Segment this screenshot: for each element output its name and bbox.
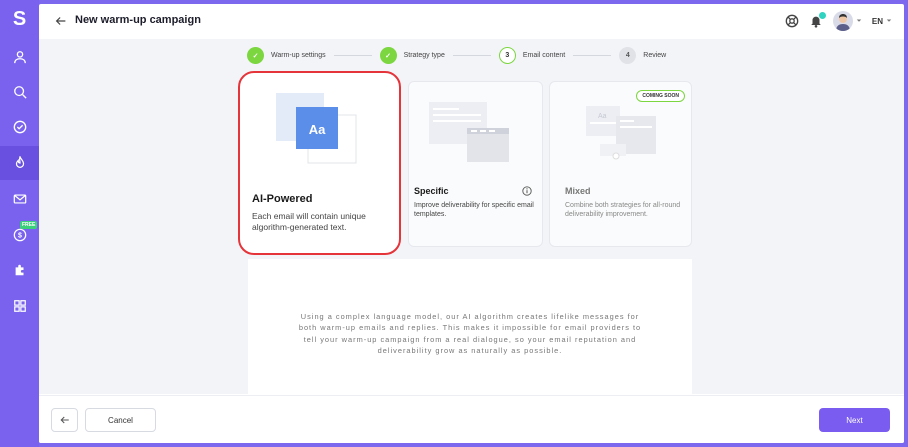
dollar-icon: $ bbox=[13, 228, 26, 242]
sidebar-item-profile[interactable] bbox=[0, 40, 39, 74]
step-label: Strategy type bbox=[403, 52, 445, 59]
step-connector bbox=[333, 55, 372, 56]
card-title: AI-Powered bbox=[252, 193, 313, 205]
fire-icon bbox=[15, 156, 24, 168]
main-panel: New warm-up campaign EN ✓ Warm-up settin… bbox=[39, 4, 904, 443]
card-title: Specific bbox=[414, 186, 449, 196]
back-button[interactable] bbox=[51, 408, 78, 432]
free-badge: FREE bbox=[20, 221, 38, 229]
grid-icon bbox=[13, 300, 26, 312]
back-arrow-icon[interactable] bbox=[54, 14, 68, 28]
check-circle-icon bbox=[13, 120, 26, 134]
step-connector bbox=[573, 55, 612, 56]
info-icon[interactable] bbox=[522, 186, 532, 196]
sidebar-item-verify[interactable] bbox=[0, 110, 39, 144]
search-icon bbox=[13, 86, 27, 99]
user-avatar-icon bbox=[835, 14, 850, 31]
step-label: Email content bbox=[522, 52, 566, 59]
sidebar: S $ FREE bbox=[0, 0, 39, 447]
coming-soon-badge: COMING SOON bbox=[636, 90, 685, 102]
step-review[interactable]: 4 Review bbox=[619, 47, 666, 64]
step-warmup-settings[interactable]: ✓ Warm-up settings bbox=[247, 47, 326, 64]
card-icon-text: Aa bbox=[309, 122, 326, 137]
svg-text:Aa: Aa bbox=[598, 113, 607, 120]
card-specific[interactable]: Specific Improve deliverability for spec… bbox=[408, 81, 543, 247]
app-logo[interactable]: S bbox=[0, 8, 39, 31]
mixed-illustration: Aa bbox=[586, 106, 656, 160]
svg-text:$: $ bbox=[18, 233, 22, 240]
header-actions: EN bbox=[785, 11, 892, 31]
stepper: ✓ Warm-up settings ✓ Strategy type 3 Ema… bbox=[247, 47, 666, 64]
card-mixed: COMING SOON Aa Mixed Combine both strate… bbox=[549, 81, 692, 247]
cancel-button[interactable]: Cancel bbox=[85, 408, 156, 432]
sidebar-item-mail[interactable] bbox=[0, 182, 39, 216]
language-label: EN bbox=[871, 16, 883, 26]
strategy-description-box: Using a complex language model, our AI a… bbox=[248, 259, 692, 394]
sidebar-item-apps[interactable] bbox=[0, 289, 39, 323]
card-description: Each email will contain unique algorithm… bbox=[252, 211, 366, 233]
template-illustration bbox=[429, 102, 509, 162]
step-number: 3 bbox=[498, 47, 516, 64]
step-connector bbox=[452, 55, 491, 56]
puzzle-icon bbox=[15, 264, 23, 276]
arrow-left-icon bbox=[60, 416, 69, 424]
next-button[interactable]: Next bbox=[819, 408, 890, 432]
chevron-down-icon[interactable] bbox=[856, 18, 862, 24]
notifications-button[interactable] bbox=[809, 12, 826, 28]
card-ai-powered[interactable]: Aa AI-Powered Each email will contain un… bbox=[238, 71, 401, 255]
step-done-check: ✓ bbox=[379, 47, 397, 64]
step-done-check: ✓ bbox=[247, 47, 264, 64]
step-label: Review bbox=[643, 52, 667, 59]
language-selector[interactable]: EN bbox=[872, 17, 892, 26]
sidebar-item-warmup[interactable] bbox=[0, 146, 39, 180]
ai-illustration: Aa bbox=[276, 93, 357, 164]
notification-dot bbox=[818, 12, 826, 19]
support-icon[interactable] bbox=[785, 14, 799, 28]
step-strategy-type[interactable]: ✓ Strategy type bbox=[379, 47, 445, 64]
avatar[interactable] bbox=[832, 11, 853, 31]
step-label: Warm-up settings bbox=[271, 52, 326, 59]
card-description: Improve deliverability for specific emai… bbox=[414, 202, 534, 219]
card-description: Combine both strategies for all-round de… bbox=[565, 202, 681, 219]
strategy-description: Using a complex language model, our AI a… bbox=[298, 312, 642, 356]
mail-icon bbox=[13, 194, 26, 204]
footer: Cancel Next bbox=[39, 395, 904, 443]
header: New warm-up campaign EN bbox=[39, 4, 904, 40]
sidebar-item-search[interactable] bbox=[0, 75, 39, 109]
card-title: Mixed bbox=[565, 186, 591, 196]
step-number: 4 bbox=[619, 47, 637, 64]
step-email-content[interactable]: 3 Email content bbox=[498, 47, 566, 64]
sidebar-item-integrations[interactable] bbox=[0, 253, 39, 287]
chevron-down-icon bbox=[886, 19, 892, 22]
page-title: New warm-up campaign bbox=[75, 14, 201, 26]
user-icon bbox=[13, 51, 26, 64]
